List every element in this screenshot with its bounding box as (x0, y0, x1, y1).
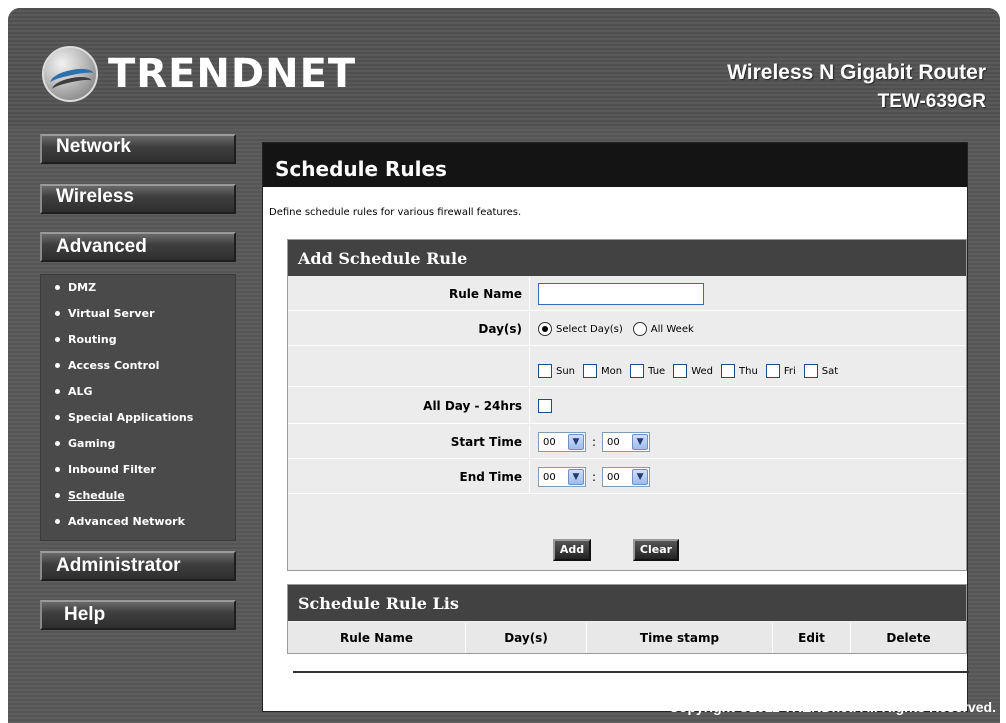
submenu-item-virtual-server[interactable]: Virtual Server (55, 307, 155, 320)
chevron-down-icon: ▼ (568, 469, 584, 485)
days-row: Day(s) Select Day(s) All Week (288, 312, 966, 346)
wed-label: Wed (691, 365, 714, 377)
submenu-item-schedule[interactable]: Schedule (55, 489, 125, 502)
all-day-label: All Day - 24hrs (423, 399, 522, 413)
bullet-icon (55, 310, 60, 316)
clear-button[interactable]: Clear (633, 539, 679, 561)
select-days-label: Select Day(s) (556, 323, 623, 335)
end-hour-select[interactable]: 00 ▼ (538, 467, 586, 487)
all-week-label: All Week (650, 323, 694, 335)
end-time-label: End Time (459, 470, 522, 484)
bullet-icon (55, 466, 60, 472)
chevron-down-icon: ▼ (568, 434, 584, 450)
sat-checkbox[interactable] (803, 364, 818, 378)
sun-label: Sun (556, 365, 576, 377)
submenu-item-special-applications[interactable]: Special Applications (55, 411, 193, 424)
rule-list-heading: Schedule Rule Lis (288, 585, 966, 621)
sat-label: Sat (821, 365, 839, 377)
start-minute-select[interactable]: 00 ▼ (602, 432, 651, 452)
submenu-item-dmz[interactable]: DMZ (55, 281, 96, 294)
router-admin-frame: TRENDNET Wireless N Gigabit Router TEW-6… (8, 8, 1000, 723)
model-number: TEW-639GR (877, 91, 986, 112)
nav-network[interactable]: Network (40, 134, 236, 164)
mon-checkbox[interactable] (583, 364, 598, 378)
logo-text: TRENDNET (108, 51, 357, 97)
bullet-icon (55, 362, 60, 368)
all-week-radio[interactable] (632, 322, 647, 336)
tue-checkbox[interactable] (630, 364, 645, 378)
bullet-icon (55, 336, 60, 342)
bullet-icon (55, 388, 60, 394)
all-day-checkbox[interactable] (538, 399, 552, 413)
chevron-down-icon: ▼ (632, 434, 649, 450)
add-schedule-rule-box: Add Schedule Rule Rule Name Day(s) Selec… (287, 239, 967, 571)
bullet-icon (55, 284, 60, 290)
submenu-item-gaming[interactable]: Gaming (55, 437, 115, 450)
end-minute-select[interactable]: 00 ▼ (602, 467, 651, 487)
weekdays-row: Sun Mon Tue Wed Thu Fri Sat (288, 347, 966, 387)
trendnet-logo: TRENDNET (42, 46, 356, 102)
days-label: Day(s) (478, 322, 522, 336)
fri-label: Fri (783, 365, 796, 377)
nav-administrator[interactable]: Administrator (40, 551, 236, 581)
content-panel: Schedule Rules Define schedule rules for… (262, 142, 969, 712)
trendnet-globe-icon (42, 46, 98, 102)
col-days: Day(s) (466, 623, 587, 653)
advanced-submenu: DMZ Virtual Server Routing Access Contro… (40, 274, 236, 541)
bullet-icon (55, 518, 60, 524)
bullet-icon (55, 492, 60, 498)
bullet-icon (55, 440, 60, 446)
end-time-row: End Time 00 ▼ : 00 ▼ (288, 460, 966, 494)
thu-checkbox[interactable] (721, 364, 736, 378)
nav-help[interactable]: Help (40, 600, 236, 630)
copyright-text: Copyright ©2011 TRENDnet. All Rights Res… (668, 699, 996, 715)
submenu-item-access-control[interactable]: Access Control (55, 359, 159, 372)
col-time-stamp: Time stamp (587, 623, 773, 653)
thu-label: Thu (739, 365, 758, 377)
submenu-item-advanced-network[interactable]: Advanced Network (55, 515, 185, 528)
all-day-row: All Day - 24hrs (288, 388, 966, 424)
page-title: Schedule Rules (263, 143, 967, 187)
nav-advanced[interactable]: Advanced (40, 232, 236, 262)
chevron-down-icon: ▼ (632, 469, 649, 485)
select-days-radio[interactable] (538, 322, 552, 336)
header: TRENDNET Wireless N Gigabit Router TEW-6… (8, 8, 1000, 128)
submenu-item-routing[interactable]: Routing (55, 333, 117, 346)
sun-checkbox[interactable] (538, 364, 552, 378)
tue-label: Tue (648, 365, 666, 377)
rule-name-label: Rule Name (449, 287, 522, 301)
wed-checkbox[interactable] (673, 364, 688, 378)
col-rule-name: Rule Name (288, 623, 466, 653)
start-time-row: Start Time 00 ▼ : 00 ▼ (288, 425, 966, 459)
page-description: Define schedule rules for various firewa… (269, 207, 522, 218)
product-name: Wireless N Gigabit Router (727, 61, 986, 84)
submenu-item-inbound-filter[interactable]: Inbound Filter (55, 463, 156, 476)
col-edit: Edit (773, 623, 851, 653)
add-rule-heading: Add Schedule Rule (288, 240, 966, 276)
start-hour-select[interactable]: 00 ▼ (538, 432, 586, 452)
fri-checkbox[interactable] (765, 364, 780, 378)
add-button[interactable]: Add (553, 539, 591, 561)
nav-wireless[interactable]: Wireless (40, 184, 236, 214)
col-delete: Delete (886, 631, 931, 645)
submenu-item-alg[interactable]: ALG (55, 385, 93, 398)
rule-name-input[interactable] (538, 283, 704, 305)
mon-label: Mon (601, 365, 623, 377)
rule-name-row: Rule Name (288, 277, 966, 311)
schedule-rule-list-box: Schedule Rule Lis Rule Name Day(s) Time … (287, 584, 967, 654)
bullet-icon (55, 414, 60, 420)
start-time-label: Start Time (450, 435, 522, 449)
list-divider (293, 671, 969, 673)
rule-list-header-row: Rule Name Day(s) Time stamp Edit Delete (288, 623, 966, 653)
